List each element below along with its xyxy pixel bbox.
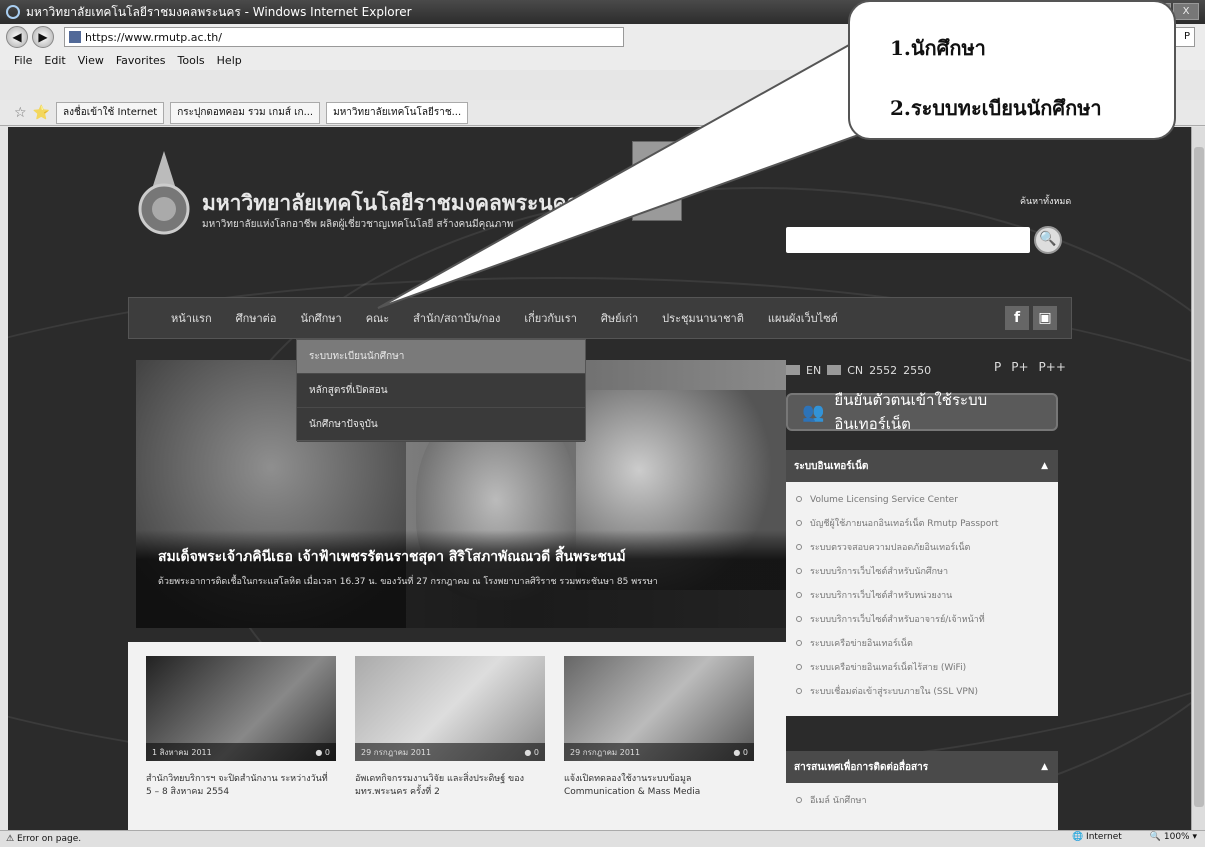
callout-step-2: 2.ระบบทะเบียนนักศึกษา xyxy=(890,96,1102,120)
scrollbar-thumb[interactable] xyxy=(1194,147,1204,807)
nav-alumni[interactable]: ศิษย์เก่า xyxy=(589,309,650,327)
status-text[interactable]: Error on page. xyxy=(17,834,81,844)
font-size-xlarge[interactable]: P++ xyxy=(1039,360,1066,374)
list-item[interactable]: อีเมล์ นักศึกษา xyxy=(786,789,1058,813)
dropdown-current-students[interactable]: นักศึกษาปัจจุบัน xyxy=(297,408,585,442)
panel-title: ระบบอินเทอร์เน็ต xyxy=(794,460,869,472)
news-caption[interactable]: อัพเดทกิจกรรมงานวิจัย และสิ่งประดิษฐ์ ขอ… xyxy=(355,773,545,799)
panel-title: สารสนเทศเพื่อการติดต่อสื่อสาร xyxy=(794,761,929,773)
news-caption[interactable]: แจ้งเปิดทดลองใช้งานระบบข้อมูล Communicat… xyxy=(564,773,754,799)
list-item[interactable]: ระบบบริการเว็บไซต์สำหรับอาจารย์/เจ้าหน้า… xyxy=(786,608,1058,632)
main-nav: หน้าแรก ศึกษาต่อ นักศึกษา คณะ สำนัก/สถาบ… xyxy=(128,297,1072,339)
close-button[interactable]: X xyxy=(1173,3,1199,20)
callout-step-1: 1.นักศึกษา xyxy=(890,36,986,60)
hero-title[interactable]: สมเด็จพระเจ้าภคินีเธอ เจ้าฟ้าเพชรรัตนราช… xyxy=(158,546,626,568)
year-2552[interactable]: 2552 xyxy=(869,364,897,377)
list-item[interactable]: ระบบตรวจสอบความปลอดภัยอินเทอร์เน็ต xyxy=(786,536,1058,560)
collapse-icon[interactable]: ▲ xyxy=(1041,762,1048,772)
tab-rmutp[interactable]: มหาวิทยาลัยเทคโนโลยีราช... xyxy=(326,101,469,124)
instruction-callout: 1.นักศึกษา 2.ระบบทะเบียนนักศึกษา xyxy=(848,0,1176,140)
en-flag-icon[interactable] xyxy=(786,365,800,375)
news-caption[interactable]: สำนักวิทยบริการฯ จะปิดสำนักงาน ระหว่างวั… xyxy=(146,773,336,799)
back-button[interactable]: ◀ xyxy=(6,26,28,48)
internet-services-panel: ระบบอินเทอร์เน็ต ▲ Volume Licensing Serv… xyxy=(786,450,1058,716)
dropdown-student-registration[interactable]: ระบบทะเบียนนักศึกษา xyxy=(297,340,585,374)
nav-admissions[interactable]: ศึกษาต่อ xyxy=(224,309,289,327)
favicon-icon xyxy=(69,31,81,43)
list-item[interactable]: ระบบเครือข่ายอินเทอร์เน็ต xyxy=(786,632,1058,656)
tab-kapook[interactable]: กระปุกดอทคอม รวม เกมส์ เก... xyxy=(170,101,321,124)
lang-en[interactable]: EN xyxy=(806,364,821,377)
list-item[interactable]: ระบบบริการเว็บไซต์สำหรับหน่วยงาน xyxy=(786,584,1058,608)
search-all-link[interactable]: ค้นหาทั้งหมด xyxy=(1020,194,1071,208)
dropdown-curriculum[interactable]: หลักสูตรที่เปิดสอน xyxy=(297,374,585,408)
nav-sitemap[interactable]: แผนผังเว็บไซต์ xyxy=(756,309,850,327)
menu-view[interactable]: View xyxy=(78,54,104,67)
add-favorites-icon[interactable]: ⭐ xyxy=(33,105,50,121)
nav-students[interactable]: นักศึกษา xyxy=(288,309,353,327)
cn-flag-icon[interactable] xyxy=(827,365,842,375)
internet-zone[interactable]: 🌐 Internet xyxy=(1072,832,1122,842)
site-name: มหาวิทยาลัยเทคโนโลยีราชมงคลพระนคร xyxy=(202,191,578,215)
hero-text: ด้วยพระอาการติดเชื้อในกระแสโลหิต เมื่อเว… xyxy=(158,577,658,587)
window-title: มหาวิทยาลัยเทคโนโลยีราชมงคลพระนคร - Wind… xyxy=(26,4,412,19)
year-2550[interactable]: 2550 xyxy=(903,364,931,377)
zoom-level[interactable]: 🔍 100% ▾ xyxy=(1150,832,1197,842)
forward-button[interactable]: ▶ xyxy=(32,26,54,48)
list-item[interactable]: Volume Licensing Service Center xyxy=(786,488,1058,512)
ie-logo-icon xyxy=(6,5,20,19)
menu-file[interactable]: File xyxy=(14,54,32,67)
nav-conference[interactable]: ประชุมนานาชาติ xyxy=(650,309,756,327)
news-section: 1 สิงหาคม 2011 ● 0 สำนักวิทยบริการฯ จะปิด… xyxy=(128,642,786,830)
students-dropdown: ระบบทะเบียนนักศึกษา หลักสูตรที่เปิดสอน น… xyxy=(296,339,586,442)
users-icon: 👥 xyxy=(802,401,825,423)
font-size-normal[interactable]: P xyxy=(994,360,1001,374)
university-logo-icon xyxy=(138,151,190,235)
font-size-large[interactable]: P+ xyxy=(1011,360,1028,374)
collapse-icon[interactable]: ▲ xyxy=(1041,461,1048,471)
internet-login-button[interactable]: 👥 ยืนยันตัวตนเข้าใช้ระบบอินเทอร์เน็ต xyxy=(786,391,1058,433)
list-item[interactable]: ระบบเครือข่ายอินเทอร์เน็ตไร้สาย (WiFi) xyxy=(786,656,1058,680)
status-bar: ⚠ Error on page. 🌐 Internet 🔍 100% ▾ xyxy=(0,830,1205,847)
list-item[interactable]: ระบบบริการเว็บไซต์สำหรับนักศึกษา xyxy=(786,560,1058,584)
list-item[interactable]: ระบบเชื่อมต่อเข้าสู่ระบบภายใน (SSL VPN) xyxy=(786,680,1058,704)
anniversary-badge: 6 xyxy=(632,141,682,221)
search-icon[interactable]: 🔍 xyxy=(1034,226,1062,254)
nav-home[interactable]: หน้าแรก xyxy=(159,309,224,327)
login-label: ยืนยันตัวตนเข้าใช้ระบบอินเทอร์เน็ต xyxy=(834,391,988,433)
nav-offices[interactable]: สำนัก/สถาบัน/กอง xyxy=(401,309,512,327)
panel-header[interactable]: ระบบอินเทอร์เน็ต ▲ xyxy=(786,450,1058,482)
url-input[interactable]: https://www.rmutp.ac.th/ xyxy=(64,27,624,47)
menu-edit[interactable]: Edit xyxy=(44,54,65,67)
news-card[interactable]: 1 สิงหาคม 2011 ● 0 สำนักวิทยบริการฯ จะปิด… xyxy=(146,656,336,799)
nav-faculties[interactable]: คณะ xyxy=(354,309,401,327)
lang-cn[interactable]: CN xyxy=(847,364,863,377)
tab-signin[interactable]: ลงชื่อเข้าใช้ Internet xyxy=(56,101,165,124)
site-search-input[interactable] xyxy=(786,227,1030,253)
vertical-scrollbar[interactable] xyxy=(1191,127,1205,830)
menu-tools[interactable]: Tools xyxy=(178,54,205,67)
menu-favorites[interactable]: Favorites xyxy=(116,54,166,67)
page-content: มหาวิทยาลัยเทคโนโลยีราชมงคลพระนคร มหาวิท… xyxy=(8,127,1191,830)
favorites-star-icon[interactable]: ☆ xyxy=(14,105,27,121)
communication-panel: สารสนเทศเพื่อการติดต่อสื่อสาร ▲ อีเมล์ น… xyxy=(786,751,1058,830)
news-card[interactable]: 29 กรกฎาคม 2011 ● 0 แจ้งเปิดทดลองใช้งานระ… xyxy=(564,656,754,799)
list-item[interactable]: บัญชีผู้ใช้ภายนอกอินเทอร์เน็ต Rmutp Pass… xyxy=(786,512,1058,536)
news-card[interactable]: 29 กรกฎาคม 2011 ● 0 อัพเดทกิจกรรมงานวิจัย… xyxy=(355,656,545,799)
nav-about[interactable]: เกี่ยวกับเรา xyxy=(512,309,589,327)
panel-header[interactable]: สารสนเทศเพื่อการติดต่อสื่อสาร ▲ xyxy=(786,751,1058,783)
warning-icon[interactable]: ⚠ xyxy=(6,834,17,844)
facebook-icon[interactable]: f xyxy=(1005,306,1029,330)
url-text: https://www.rmutp.ac.th/ xyxy=(85,30,222,44)
social-links: f ▣ xyxy=(1005,306,1057,330)
rss-icon[interactable]: ▣ xyxy=(1033,306,1057,330)
menu-help[interactable]: Help xyxy=(217,54,242,67)
font-size-controls: P P+ P++ xyxy=(994,360,1066,374)
site-slogan: มหาวิทยาลัยแห่งโลกอาชีพ ผลิตผู้เชี่ยวชาญ… xyxy=(202,219,514,230)
browser-window: มหาวิทยาลัยเทคโนโลยีราชมงคลพระนคร - Wind… xyxy=(0,0,1205,847)
